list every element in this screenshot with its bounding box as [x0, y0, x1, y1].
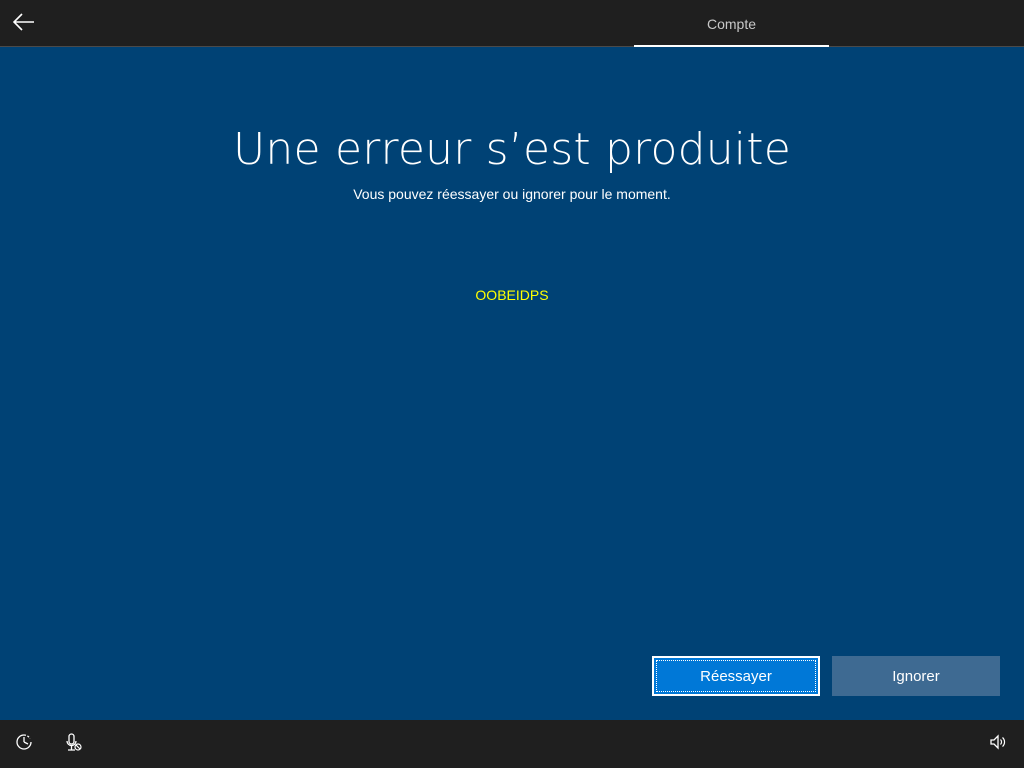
- tab-account: Compte: [634, 0, 829, 47]
- skip-button[interactable]: Ignorer: [832, 656, 1000, 696]
- volume-icon: [988, 732, 1008, 757]
- tab-account-label: Compte: [706, 15, 757, 32]
- back-button[interactable]: [6, 6, 42, 42]
- microphone-muted-icon: [63, 732, 83, 757]
- skip-button-label: Ignorer: [892, 667, 940, 685]
- back-arrow-icon: [12, 12, 35, 36]
- volume-button[interactable]: [986, 732, 1010, 756]
- page-title: Une erreur s’est produite: [233, 124, 791, 175]
- ease-of-access-button[interactable]: [12, 732, 36, 756]
- retry-button[interactable]: Réessayer: [652, 656, 820, 696]
- bottom-bar: [0, 720, 1024, 768]
- ease-of-access-icon: [14, 732, 34, 757]
- microphone-button[interactable]: [61, 732, 85, 756]
- top-bar: Compte: [0, 0, 1024, 47]
- focus-ring: [656, 660, 816, 692]
- page-subtitle: Vous pouvez réessayer ou ignorer pour le…: [353, 186, 671, 202]
- tab-active-indicator: [634, 45, 829, 47]
- error-code: OOBEIDPS: [475, 287, 549, 303]
